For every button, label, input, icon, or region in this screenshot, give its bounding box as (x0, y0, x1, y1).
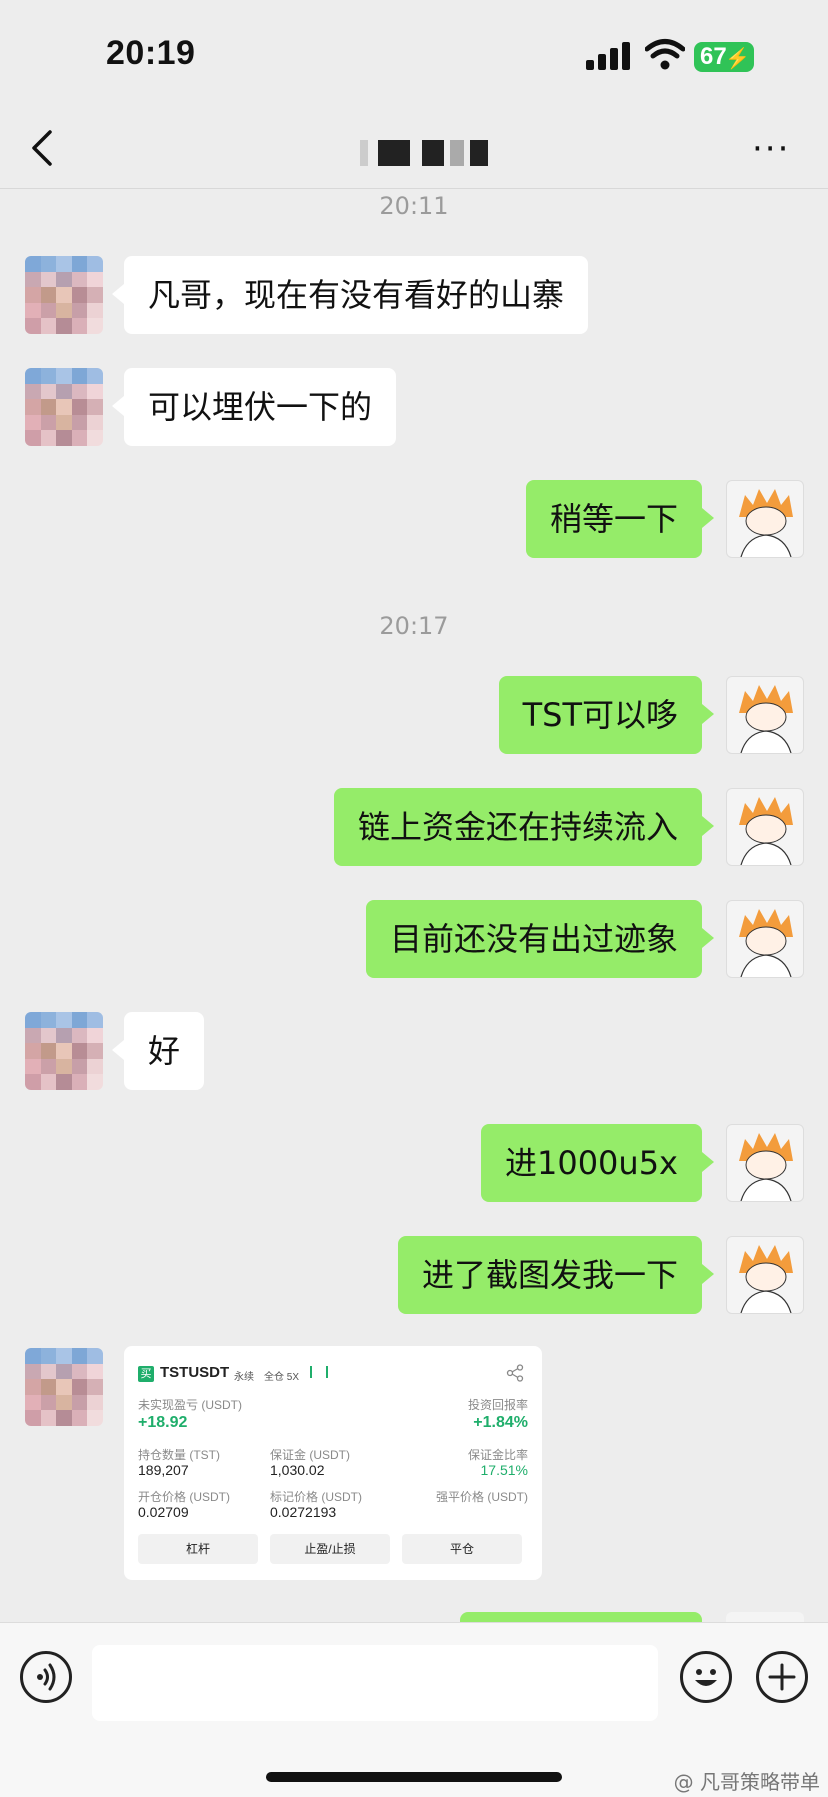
plus-icon (768, 1663, 796, 1691)
incoming-message-bubble[interactable]: 可以埋伏一下的 (111, 368, 397, 446)
cellular-signal-icon (586, 42, 630, 70)
message-timestamp: 20:17 (379, 612, 449, 640)
incoming-message-bubble[interactable]: 凡哥，现在有没有看好的山寨 (111, 256, 589, 334)
my-avatar[interactable] (726, 1124, 804, 1202)
my-avatar[interactable] (726, 1236, 804, 1314)
position-screenshot-message[interactable]: 买 TSTUSDT 永续 全仓 5X 未实现盈亏 (USDT) 投资回报率 +1… (124, 1346, 542, 1580)
battery-indicator: 67 ⚡ (694, 42, 754, 72)
mark-price-label: 标记价格 (USDT) (270, 1490, 362, 1504)
wifi-icon (645, 39, 685, 70)
contract-type: 永续 (234, 1372, 254, 1383)
tp-sl-button[interactable]: 止盈/止损 (270, 1534, 390, 1564)
open-price-value: 0.02709 (138, 1504, 189, 1520)
roi-label: 投资回报率 (467, 1398, 528, 1412)
unrealized-pnl-label: 未实现盈亏 (USDT) (138, 1398, 242, 1412)
chat-header: ··· (0, 110, 828, 189)
voice-wave-icon (37, 1663, 56, 1691)
outgoing-message-bubble[interactable]: 进了截图发我一下 (397, 1236, 715, 1314)
home-indicator[interactable] (266, 1772, 562, 1782)
my-avatar[interactable] (726, 788, 804, 866)
incoming-message-bubble[interactable]: 好 (111, 1012, 205, 1090)
my-avatar[interactable] (726, 480, 804, 558)
open-price-label: 开仓价格 (USDT) (138, 1490, 230, 1504)
share-icon[interactable] (506, 1364, 524, 1382)
buy-badge: 买 (138, 1366, 154, 1382)
my-avatar[interactable] (726, 676, 804, 754)
chat-title-redacted (360, 140, 490, 166)
contact-avatar[interactable] (25, 256, 103, 334)
charging-bolt-icon: ⚡ (725, 48, 750, 70)
message-timestamp: 20:11 (379, 192, 449, 220)
contact-avatar[interactable] (25, 1012, 103, 1090)
outgoing-message-bubble[interactable]: 进1000u5x (480, 1124, 715, 1202)
more-options-button[interactable]: ··· (752, 132, 790, 166)
anime-boy-avatar-icon (739, 1133, 793, 1201)
anime-boy-avatar-icon (739, 909, 793, 977)
roi-value: +1.84% (473, 1414, 528, 1431)
close-position-button[interactable]: 平仓 (402, 1534, 522, 1564)
outgoing-message-bubble-partial (460, 1612, 702, 1622)
message-input[interactable] (92, 1645, 658, 1721)
back-arrow-icon[interactable] (24, 128, 64, 168)
battery-level: 67 (700, 43, 727, 70)
leverage-bars-icon (310, 1366, 328, 1378)
emoji-button[interactable] (680, 1651, 732, 1703)
status-time: 20:19 (106, 34, 196, 72)
unrealized-pnl-value: +18.92 (138, 1414, 188, 1431)
outgoing-message-bubble[interactable]: TST可以哆 (498, 676, 715, 754)
leverage-button[interactable]: 杠杆 (138, 1534, 258, 1564)
anime-boy-avatar-icon (739, 797, 793, 865)
more-functions-button[interactable] (756, 1651, 808, 1703)
margin-label: 保证金 (USDT) (270, 1448, 350, 1462)
my-avatar[interactable] (726, 900, 804, 978)
anime-boy-avatar-icon (739, 489, 793, 557)
margin-ratio-value: 17.51% (480, 1462, 528, 1478)
contact-avatar[interactable] (25, 368, 103, 446)
mark-price-value: 0.0272193 (270, 1504, 337, 1520)
liquidation-price-label: 强平价格 (USDT) (436, 1490, 528, 1504)
my-avatar-partial (726, 1612, 804, 1622)
margin-mode: 全仓 5X (264, 1372, 300, 1383)
symbol-label: TSTUSDT (160, 1364, 230, 1381)
outgoing-message-bubble[interactable]: 目前还没有出过迹象 (365, 900, 715, 978)
margin-value: 1,030.02 (270, 1462, 325, 1478)
contact-avatar[interactable] (25, 1348, 103, 1426)
watermark: @ 凡哥策略带单 (673, 1770, 820, 1794)
smiley-icon (695, 1669, 717, 1686)
status-bar: 20:19 67 ⚡ (0, 0, 828, 110)
outgoing-message-bubble[interactable]: 链上资金还在持续流入 (333, 788, 715, 866)
position-qty-value: 189,207 (138, 1462, 189, 1478)
position-qty-label: 持仓数量 (TST) (138, 1448, 220, 1462)
outgoing-message-bubble[interactable]: 稍等一下 (525, 480, 715, 558)
anime-boy-avatar-icon (739, 685, 793, 753)
anime-boy-avatar-icon (739, 1245, 793, 1313)
voice-input-button[interactable] (20, 1651, 72, 1703)
margin-ratio-label: 保证金比率 (467, 1448, 528, 1462)
